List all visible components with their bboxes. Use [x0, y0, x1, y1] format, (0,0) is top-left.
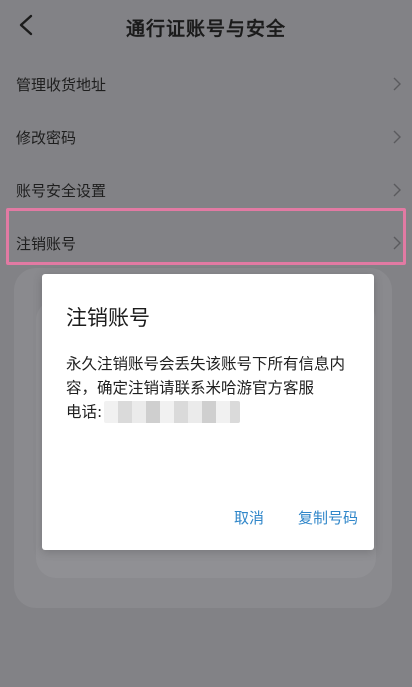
menu-item-label: 账号安全设置 — [16, 182, 107, 200]
chevron-right-icon — [393, 77, 401, 91]
dialog-body: 永久注销账号会丢失该账号下所有信息内容，确定注销请联系米哈游官方客服 电话: — [66, 352, 358, 424]
highlight-frame — [6, 208, 406, 265]
chevron-right-icon — [393, 130, 401, 144]
dialog-title: 注销账号 — [66, 306, 150, 330]
phone-line: 电话: — [66, 400, 358, 424]
phone-number-mask — [104, 401, 241, 423]
back-button[interactable] — [10, 8, 44, 42]
chevron-right-icon — [393, 183, 401, 197]
menu-item-label: 管理收货地址 — [16, 76, 107, 94]
dialog-message: 永久注销账号会丢失该账号下所有信息内容，确定注销请联系米哈游官方客服 — [66, 355, 346, 397]
page-title: 通行证账号与安全 — [125, 17, 286, 40]
menu-item-address[interactable]: 管理收货地址 — [0, 58, 412, 111]
delete-account-dialog: 注销账号 永久注销账号会丢失该账号下所有信息内容，确定注销请联系米哈游官方客服 … — [42, 274, 374, 550]
menu-item-label: 修改密码 — [16, 129, 77, 147]
phone-label: 电话: — [66, 403, 103, 421]
chevron-left-icon — [19, 14, 33, 36]
dialog-actions: 取消 复制号码 — [234, 507, 358, 528]
menu-item-change-password[interactable]: 修改密码 — [0, 111, 412, 164]
copy-number-button[interactable]: 复制号码 — [298, 507, 358, 528]
header: 通行证账号与安全 — [0, 0, 412, 54]
cancel-button[interactable]: 取消 — [234, 507, 264, 528]
